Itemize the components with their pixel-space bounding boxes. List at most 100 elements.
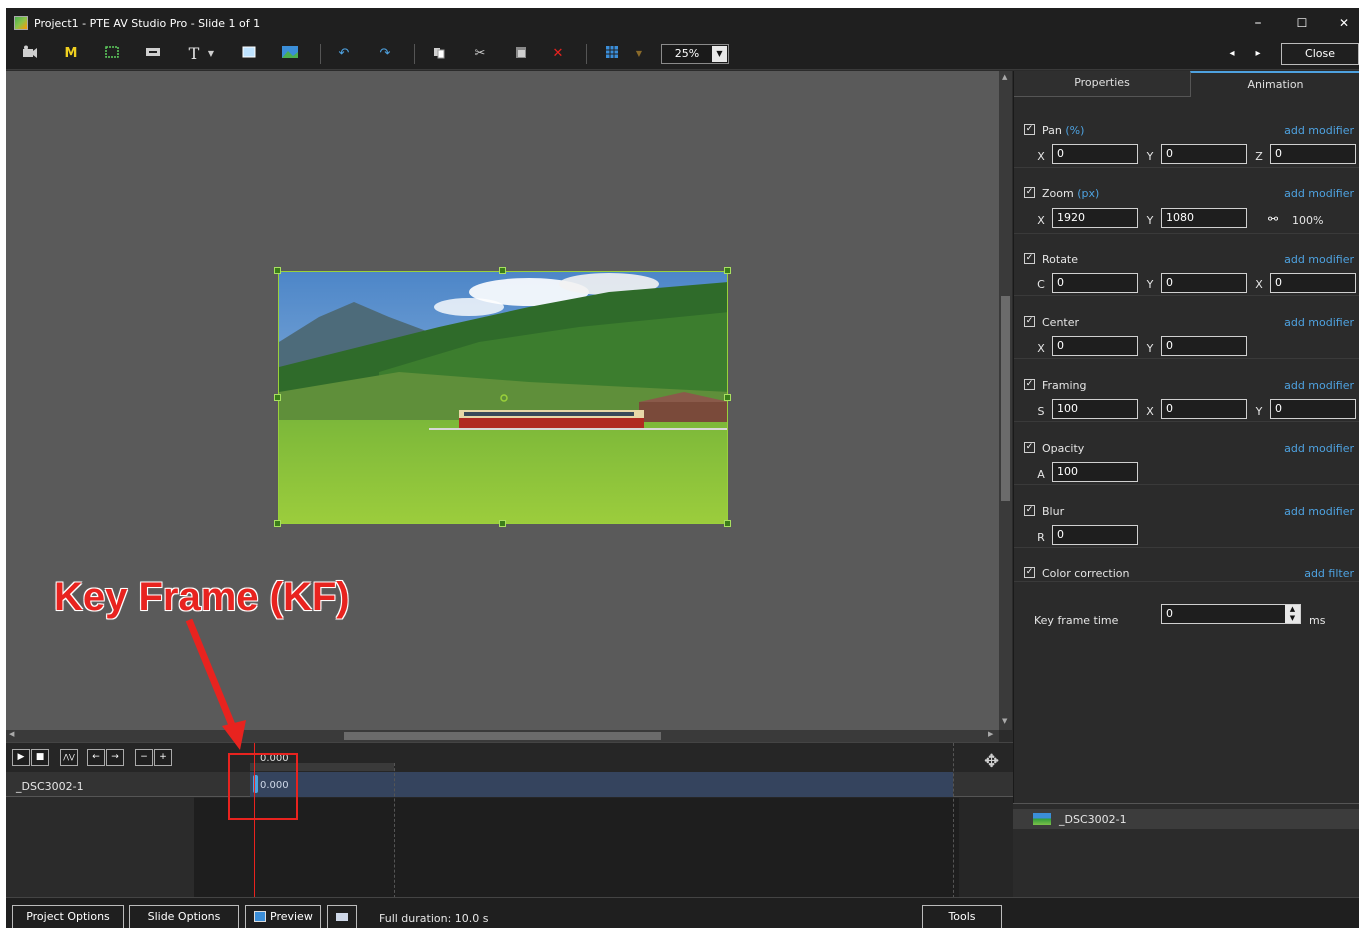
zoom-x-input[interactable]: 1920 xyxy=(1052,208,1138,228)
slide-image[interactable] xyxy=(278,271,728,524)
rectangle-icon[interactable] xyxy=(239,45,259,63)
image-icon[interactable] xyxy=(280,45,300,63)
zoom-add-modifier-link[interactable]: add modifier xyxy=(1284,187,1354,200)
undo-icon[interactable]: ↶ xyxy=(334,45,354,63)
vertical-scroll-thumb[interactable] xyxy=(1001,296,1010,501)
blur-section: ✓ Blur add modifier R 0 xyxy=(1014,485,1359,548)
framing-y-input[interactable]: 0 xyxy=(1270,399,1356,419)
next-slide-button[interactable]: ▸ xyxy=(1251,45,1265,63)
tab-animation[interactable]: Animation xyxy=(1190,71,1359,97)
slide-options-button[interactable]: Slide Options xyxy=(129,905,239,928)
project-options-button[interactable]: Project Options xyxy=(12,905,124,928)
center-checkbox[interactable]: ✓ xyxy=(1024,316,1035,327)
resize-handle[interactable] xyxy=(499,520,506,527)
cut-icon[interactable]: ✂ xyxy=(470,45,490,63)
camera-icon[interactable] xyxy=(20,45,40,63)
close-window-button[interactable]: ✕ xyxy=(1334,14,1354,32)
resize-handle[interactable] xyxy=(274,267,281,274)
pan-section: ✓ Pan (%) add modifier X 0 Y 0 Z 0 xyxy=(1014,106,1359,168)
zoom-y-input[interactable]: 1080 xyxy=(1161,208,1247,228)
frame-icon[interactable] xyxy=(102,45,122,63)
resize-handle[interactable] xyxy=(274,394,281,401)
center-add-modifier-link[interactable]: add modifier xyxy=(1284,316,1354,329)
pan-checkbox[interactable]: ✓ xyxy=(1024,124,1035,135)
pan-add-modifier-link[interactable]: add modifier xyxy=(1284,124,1354,137)
blur-checkbox[interactable]: ✓ xyxy=(1024,505,1035,516)
resize-handle[interactable] xyxy=(274,520,281,527)
waveform-button[interactable]: ⋀⋁ xyxy=(60,749,78,766)
chevron-down-icon[interactable]: ▼ xyxy=(712,46,727,62)
play-button[interactable]: ▶ xyxy=(12,749,30,766)
pan-x-input[interactable]: 0 xyxy=(1052,144,1138,164)
preview-label: Preview xyxy=(270,910,313,923)
blur-r-input[interactable]: 0 xyxy=(1052,525,1138,545)
zoom-title: Zoom (px) xyxy=(1042,187,1100,200)
vertical-scrollbar[interactable]: ▲ ▼ xyxy=(999,71,1012,730)
opacity-checkbox[interactable]: ✓ xyxy=(1024,442,1035,453)
link-aspect-icon[interactable]: ⚯ xyxy=(1268,212,1286,226)
copy-icon[interactable] xyxy=(429,45,449,63)
rotate-c-input[interactable]: 0 xyxy=(1052,273,1138,293)
resize-handle[interactable] xyxy=(724,520,731,527)
zoom-checkbox[interactable]: ✓ xyxy=(1024,187,1035,198)
rotate-x-input[interactable]: 0 xyxy=(1270,273,1356,293)
tab-properties[interactable]: Properties xyxy=(1014,71,1190,97)
remove-keyframe-button[interactable]: − xyxy=(135,749,153,766)
paste-icon[interactable] xyxy=(511,45,531,63)
scroll-up-icon[interactable]: ▲ xyxy=(1002,73,1007,81)
minimize-button[interactable]: – xyxy=(1248,14,1268,32)
fullscreen-preview-button[interactable] xyxy=(327,905,357,928)
framing-s-input[interactable]: 100 xyxy=(1052,399,1138,419)
tools-button[interactable]: Tools xyxy=(922,905,1002,928)
m-icon[interactable]: M xyxy=(61,45,81,63)
spinner-icon[interactable]: ▲ ▼ xyxy=(1285,605,1300,623)
slide-canvas[interactable] xyxy=(6,71,999,730)
stop-button[interactable]: ■ xyxy=(31,749,49,766)
pan-z-input[interactable]: 0 xyxy=(1270,144,1356,164)
list-item[interactable]: _DSC3002-1 xyxy=(1013,809,1359,829)
framing-checkbox[interactable]: ✓ xyxy=(1024,379,1035,390)
rotate-checkbox[interactable]: ✓ xyxy=(1024,253,1035,264)
maximize-button[interactable]: ☐ xyxy=(1292,14,1312,32)
pan-y-input[interactable]: 0 xyxy=(1161,144,1247,164)
track-bar[interactable] xyxy=(250,772,953,797)
scroll-right-icon[interactable]: ▶ xyxy=(988,730,993,738)
redo-icon[interactable]: ↷ xyxy=(375,45,395,63)
dropdown-icon[interactable]: ▼ xyxy=(206,45,216,63)
blur-add-modifier-link[interactable]: add modifier xyxy=(1284,505,1354,518)
scroll-down-icon[interactable]: ▼ xyxy=(1002,717,1007,725)
grid-dropdown-icon[interactable]: ▼ xyxy=(633,45,645,63)
move-icon[interactable]: ✥ xyxy=(984,751,999,772)
center-y-input[interactable]: 0 xyxy=(1161,336,1247,356)
resize-handle[interactable] xyxy=(724,394,731,401)
resize-handle[interactable] xyxy=(499,267,506,274)
opacity-a-input[interactable]: 100 xyxy=(1052,462,1138,482)
horizontal-scroll-thumb[interactable] xyxy=(344,732,661,740)
next-keyframe-button[interactable]: → xyxy=(106,749,124,766)
framing-add-modifier-link[interactable]: add modifier xyxy=(1284,379,1354,392)
center-x-input[interactable]: 0 xyxy=(1052,336,1138,356)
zoom-select[interactable]: 25% ▼ xyxy=(661,44,729,64)
resize-handle[interactable] xyxy=(724,267,731,274)
prev-slide-button[interactable]: ◂ xyxy=(1225,45,1239,63)
prev-keyframe-button[interactable]: ← xyxy=(87,749,105,766)
caption-icon[interactable] xyxy=(143,45,163,63)
grid-icon[interactable] xyxy=(602,45,622,63)
pan-x-label: X xyxy=(1037,150,1045,163)
rotate-add-modifier-link[interactable]: add modifier xyxy=(1284,253,1354,266)
framing-x-input[interactable]: 0 xyxy=(1161,399,1247,419)
add-keyframe-button[interactable]: + xyxy=(154,749,172,766)
delete-icon[interactable]: ✕ xyxy=(548,45,568,63)
rotate-y-input[interactable]: 0 xyxy=(1161,273,1247,293)
scroll-left-icon[interactable]: ◀ xyxy=(9,730,14,738)
color-correction-checkbox[interactable]: ✓ xyxy=(1024,567,1035,578)
text-icon[interactable]: T xyxy=(184,45,204,63)
keyframe-time-input[interactable]: 0 xyxy=(1161,604,1301,624)
rotate-x-label: X xyxy=(1255,278,1263,291)
preview-button[interactable]: Preview xyxy=(245,905,321,928)
add-filter-link[interactable]: add filter xyxy=(1304,567,1354,580)
horizontal-scrollbar[interactable]: ◀ ▶ xyxy=(6,730,999,742)
close-button[interactable]: Close xyxy=(1281,43,1359,65)
blur-r-label: R xyxy=(1037,531,1045,544)
opacity-add-modifier-link[interactable]: add modifier xyxy=(1284,442,1354,455)
